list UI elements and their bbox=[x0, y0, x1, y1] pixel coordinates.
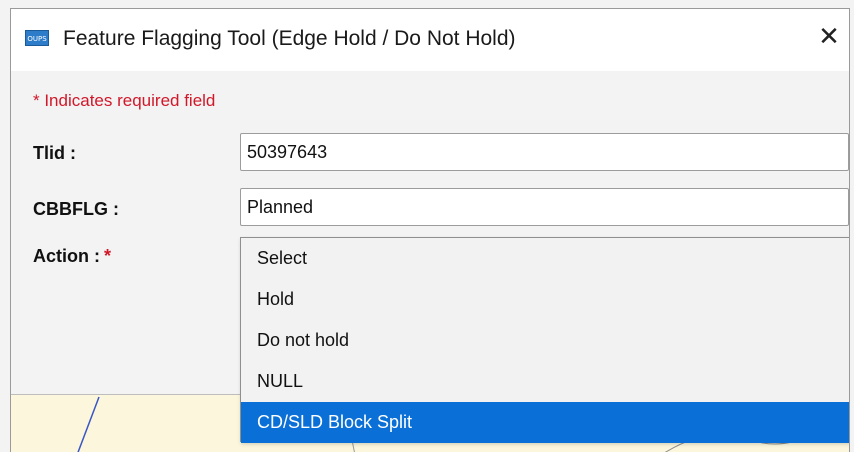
app-icon: OUPS bbox=[25, 30, 49, 46]
close-button[interactable]: ✕ bbox=[809, 17, 849, 57]
action-option-hold[interactable]: Hold bbox=[241, 279, 849, 320]
cbbflg-input[interactable] bbox=[240, 188, 849, 226]
title-bar[interactable]: OUPS Feature Flagging Tool (Edge Hold / … bbox=[11, 9, 849, 71]
tlid-label: Tlid : bbox=[33, 143, 76, 163]
action-option-select[interactable]: Select bbox=[241, 238, 849, 279]
action-label: Action : bbox=[33, 246, 100, 266]
required-marker: * bbox=[104, 246, 112, 266]
tlid-input[interactable] bbox=[240, 133, 849, 171]
required-field-note: * Indicates required field bbox=[33, 91, 216, 110]
feature-flagging-dialog: OUPS Feature Flagging Tool (Edge Hold / … bbox=[10, 8, 850, 452]
action-label-row: Action : * bbox=[33, 246, 111, 267]
action-option-null[interactable]: NULL bbox=[241, 361, 849, 402]
cbbflg-label: CBBFLG : bbox=[33, 199, 119, 219]
window-title: Feature Flagging Tool (Edge Hold / Do No… bbox=[63, 27, 516, 50]
close-icon: ✕ bbox=[818, 22, 840, 52]
action-option-cd-sld-block-split[interactable]: CD/SLD Block Split bbox=[241, 402, 849, 443]
action-dropdown-list[interactable]: Select Hold Do not hold NULL CD/SLD Bloc… bbox=[240, 237, 849, 443]
action-option-do-not-hold[interactable]: Do not hold bbox=[241, 320, 849, 361]
